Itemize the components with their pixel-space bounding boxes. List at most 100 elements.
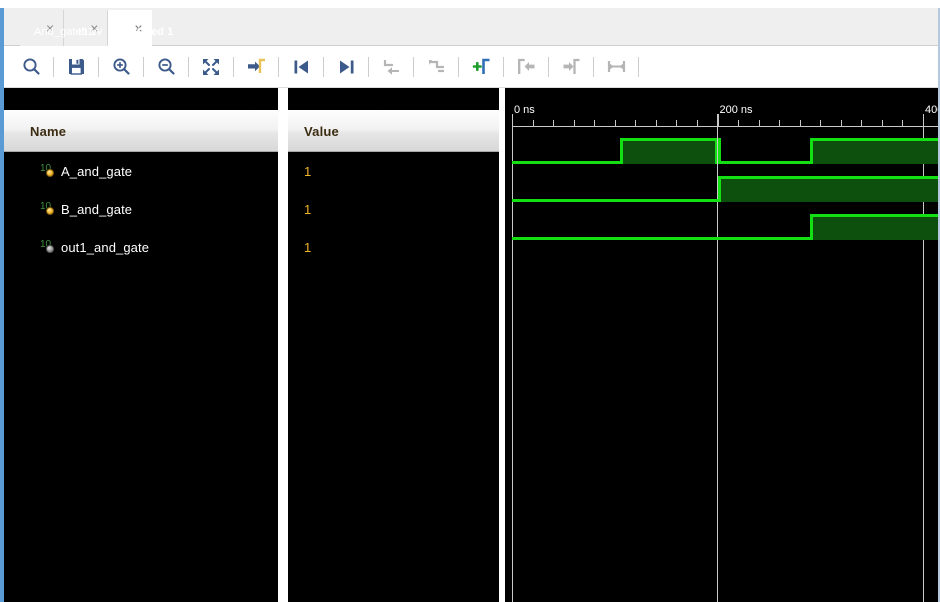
signal-waveforms [505,138,938,602]
tab-label: tb1.v [78,26,103,38]
input-signal-icon: 10 [40,201,55,217]
waveform-low-segment [512,138,620,164]
toolbar-separator [458,56,459,77]
signal-value-list: 1 1 1 [288,152,499,266]
name-column-header[interactable]: Name [4,110,278,152]
ruler-minor-tick [655,120,657,126]
signal-name-label: A_and_gate [61,163,133,179]
waveform-edge [717,138,721,164]
ruler-minor-tick [779,120,781,126]
toolbar-separator [413,56,414,77]
add-marker-button[interactable] [466,52,496,82]
signal-name-pane: Name 10 A_and_gate 10 B_and_gate 10 out1… [4,88,278,602]
ruler-minor-tick [881,120,883,126]
go-to-time-button[interactable] [241,52,271,82]
waveform-edge [809,214,813,240]
toolbar-separator [98,56,99,77]
toolbar-separator [188,56,189,77]
toolbar-separator [143,56,144,77]
signal-row-a-and-gate[interactable]: 10 A_and_gate [4,152,278,190]
ruler-minor-tick [799,120,801,126]
waveform-high-segment [809,138,938,164]
waveform-edge [809,138,813,164]
last-edge-icon [563,58,579,74]
previous-transition-icon [294,60,308,73]
ruler-minor-tick [840,120,842,126]
value-row: 1 [288,228,499,266]
signal-row-out1-and-gate[interactable]: 10 out1_and_gate [4,228,278,266]
waveform-high-segment [619,138,718,164]
search-button[interactable] [16,52,46,82]
waveform-main-area: Name 10 A_and_gate 10 B_and_gate 10 out1… [4,88,938,602]
signal-value-pane: Value 1 1 1 [288,88,499,602]
signal-row-b-and-gate[interactable]: 10 B_and_gate [4,190,278,228]
zoom-in-icon [112,58,130,75]
waveform-canvas[interactable]: 0 ns 200 ns 400 [505,88,938,602]
tab-bar: And_gate1.v × tb1.v × Untitled 1 × [4,8,938,46]
zoom-fit-button[interactable] [196,52,226,82]
save-button[interactable] [61,52,91,82]
ruler-minor-tick [902,120,904,126]
toolbar-separator [503,56,504,77]
waveform-low-segment [512,214,810,240]
time-ruler[interactable]: 0 ns 200 ns 400 [505,88,938,138]
ruler-tick-label: 0 ns [514,104,535,116]
input-signal-icon: 10 [40,163,55,179]
waveform-high-segment [809,214,938,240]
value-row: 1 [288,190,499,228]
first-edge-button[interactable] [511,52,541,82]
value-column-header[interactable]: Value [288,110,499,152]
tab-label: Untitled 1 [122,26,174,38]
search-icon [22,58,40,75]
measure-icon [607,61,625,72]
zoom-in-button[interactable] [106,52,136,82]
ruler-minor-tick [594,120,596,126]
signal-value: 1 [304,239,312,255]
toolbar-separator [368,56,369,77]
previous-transition-button[interactable] [286,52,316,82]
toolbar-separator [548,56,549,77]
name-value-splitter[interactable] [278,88,288,602]
tab-and-gate1-v[interactable]: And_gate1.v × [20,10,97,46]
toolbar-separator [53,56,54,77]
go-to-time-icon [247,58,265,73]
ruler-tick-label: 400 [925,104,938,116]
waveform-viewer-window: And_gate1.v × tb1.v × Untitled 1 × Name … [0,0,940,602]
name-column-label: Name [30,123,67,139]
first-edge-icon [517,58,534,74]
next-transition-icon [339,60,353,73]
toolbar-separator [278,56,279,77]
value-row: 1 [288,152,499,190]
waveform-low-segment [717,138,810,164]
zoom-out-button[interactable] [151,52,181,82]
measure-time-button[interactable] [601,52,631,82]
next-transition-button[interactable] [331,52,361,82]
ruler-minor-tick [553,120,555,126]
last-edge-button[interactable] [556,52,586,82]
previous-marker-icon [383,60,399,75]
signal-name-label: B_and_gate [61,201,133,217]
waveform-edge [619,138,623,164]
signal-name-label: out1_and_gate [61,239,150,255]
previous-marker-button[interactable] [376,52,406,82]
ruler-minor-tick [614,120,616,126]
value-column-label: Value [304,123,339,139]
waveform-row [512,176,938,214]
waveform-row [512,138,938,176]
next-marker-button[interactable] [421,52,451,82]
zoom-out-icon [157,58,175,75]
toolbar-separator [323,56,324,77]
ruler-baseline [512,126,938,127]
waveform-low-segment [512,176,718,202]
output-signal-icon: 10 [40,239,55,255]
add-marker-icon [472,58,489,74]
toolbar-separator [593,56,594,77]
zoom-fit-icon [203,58,219,75]
ruler-minor-tick [820,120,822,126]
toolbar-separator [638,56,639,77]
ruler-minor-tick [573,120,575,126]
ruler-minor-tick [758,120,760,126]
tab-untitled-1[interactable]: Untitled 1 × [108,10,173,46]
ruler-minor-tick [861,120,863,126]
ruler-tick-label: 200 ns [719,104,753,116]
